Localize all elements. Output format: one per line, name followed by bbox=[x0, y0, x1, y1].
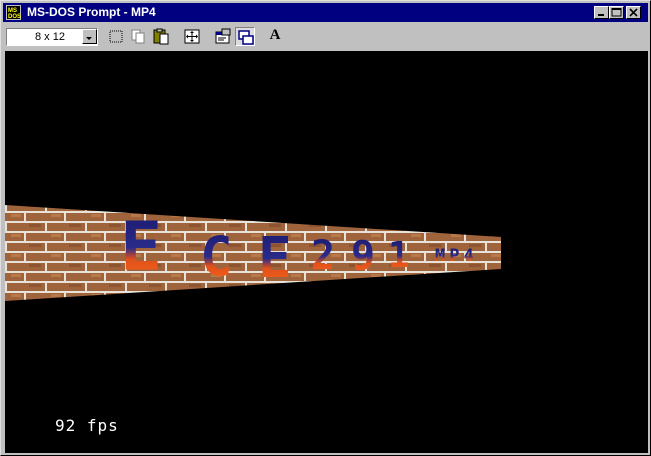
minimize-icon bbox=[598, 14, 604, 16]
svg-text:DOS: DOS bbox=[8, 14, 21, 20]
properties-icon bbox=[215, 28, 231, 44]
wall-glyph: MP4 bbox=[435, 246, 478, 266]
properties-button[interactable] bbox=[213, 27, 233, 46]
mark-icon bbox=[109, 30, 123, 43]
copy-icon bbox=[131, 29, 145, 44]
dos-screen[interactable]: E C E 2 9 1 MP4 92 fps bbox=[5, 51, 648, 453]
font-size-value: 8 x 12 bbox=[35, 31, 65, 43]
paste-button[interactable] bbox=[151, 27, 171, 46]
wall-glyph: C bbox=[200, 225, 233, 288]
title-bar[interactable]: MS DOS MS-DOS Prompt - MP4 bbox=[3, 3, 648, 22]
maximize-button[interactable] bbox=[609, 6, 624, 19]
brick-wall-scene: E C E 2 9 1 MP4 bbox=[5, 205, 501, 301]
wall-glyph: E bbox=[120, 209, 162, 286]
wall-glyph: 1 bbox=[388, 235, 410, 276]
dos-window: MS DOS MS-DOS Prompt - MP4 8 x 12 A E C … bbox=[0, 0, 651, 456]
close-button[interactable] bbox=[626, 6, 641, 19]
wall-glyph: 2 bbox=[311, 233, 335, 279]
background-icon bbox=[238, 30, 254, 45]
full-screen-icon bbox=[184, 29, 200, 44]
font-size-select[interactable]: 8 x 12 bbox=[6, 28, 98, 46]
ms-dos-icon: MS DOS bbox=[6, 5, 21, 20]
brick-wall bbox=[5, 205, 501, 301]
paste-icon bbox=[153, 28, 169, 45]
close-icon bbox=[629, 8, 638, 17]
wall-glyph: 9 bbox=[351, 233, 375, 279]
wall-glyph: E bbox=[258, 226, 292, 291]
toolbar: 8 x 12 A bbox=[3, 23, 648, 51]
chevron-down-icon bbox=[86, 37, 92, 40]
font-icon: A bbox=[269, 27, 281, 43]
fps-counter: 92 fps bbox=[55, 416, 119, 435]
mark-button[interactable] bbox=[106, 27, 126, 46]
copy-button[interactable] bbox=[128, 27, 148, 46]
background-button[interactable] bbox=[235, 27, 255, 46]
minimize-button[interactable] bbox=[594, 6, 609, 19]
maximize-icon bbox=[611, 8, 622, 17]
window-title: MS-DOS Prompt - MP4 bbox=[27, 5, 156, 19]
font-button[interactable]: A bbox=[266, 27, 286, 46]
full-screen-button[interactable] bbox=[182, 27, 202, 46]
dropdown-button[interactable] bbox=[82, 29, 97, 44]
